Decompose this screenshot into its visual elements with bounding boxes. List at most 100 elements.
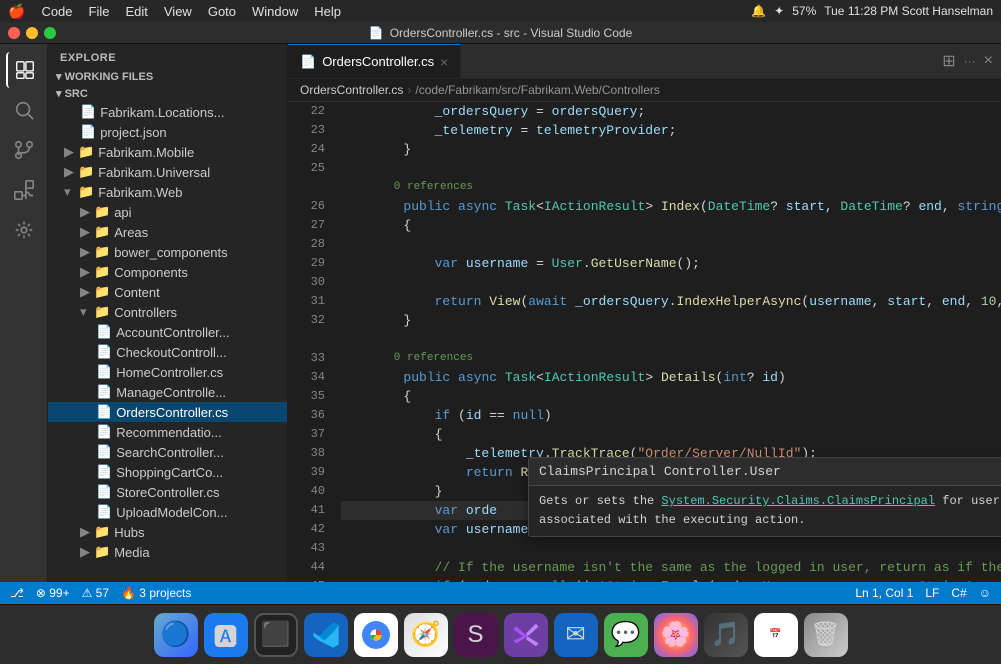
list-item[interactable]: 📄project.json [48,122,287,142]
smiley-status[interactable]: ☺ [979,586,991,600]
working-files-header[interactable]: ▾ WORKING FILES [48,68,287,85]
list-item[interactable]: ▶📁Fabrikam.Mobile [48,142,287,162]
file-icon: 📄 [96,404,112,420]
code-editor: 22 23 24 25 26 27 28 29 30 31 32 33 34 3… [288,102,1001,582]
git-icon: ⎇ [10,586,24,600]
dock-safari[interactable]: 🧭 [404,613,448,657]
git-icon[interactable] [6,132,42,168]
editor-area: 📄 OrdersController.cs × ⊞ ··· × OrdersCo… [288,44,1001,582]
list-item[interactable]: ▶📁Media [48,542,287,562]
src-header[interactable]: ▾ SRC [48,85,287,102]
menu-goto[interactable]: Goto [200,4,244,19]
menu-code[interactable]: Code [33,4,80,19]
file-icon: 📄 [96,344,112,360]
dock-music[interactable]: 🎵 [704,613,748,657]
menu-help[interactable]: Help [306,4,349,19]
list-item[interactable]: 📄UploadModelCon... [48,502,287,522]
file-icon: 📄 [96,444,112,460]
list-item[interactable]: 📄ManageControlle... [48,382,287,402]
split-editor-button[interactable]: ⊞ [942,51,955,71]
status-bar: ⎇ ⊗ 99+ ⚠ 57 🔥 3 projects Ln 1, Col 1 LF… [0,582,1001,604]
list-item[interactable]: 📄StoreController.cs [48,482,287,502]
fullscreen-button[interactable] [44,27,56,39]
errors-status[interactable]: ⊗ 99+ [36,586,70,600]
tab-orders-controller[interactable]: 📄 OrdersController.cs × [288,44,461,78]
minimize-button[interactable] [26,27,38,39]
orders-controller-item[interactable]: 📄OrdersController.cs [48,402,287,422]
dock-finder[interactable]: 🔵 [154,613,198,657]
line-ending: LF [925,586,939,600]
explorer-icon[interactable] [6,52,42,88]
list-item[interactable]: ▶📁Components [48,262,287,282]
list-item[interactable]: 📄AccountController... [48,322,287,342]
arrow-icon: ▾ [64,184,78,200]
arrow-icon: ▶ [80,244,94,260]
list-item[interactable]: ▶📁Fabrikam.Universal [48,162,287,182]
dock-iterm[interactable]: ⬛ [254,613,298,657]
warnings-status[interactable]: ⚠ 57 [82,586,109,600]
hover-link[interactable]: System.Security.Claims.ClaimsPrincipal [661,494,935,508]
line-ending-status[interactable]: LF [925,586,939,600]
folder-icon: 📁 [78,184,94,200]
list-item[interactable]: 📄Recommendatio... [48,422,287,442]
src-label: ▾ SRC [56,87,88,100]
item-label: Controllers [114,305,177,320]
code-line: return View(await _ordersQuery.IndexHelp… [341,292,1001,311]
dock-bar: 🔵 🅰 ⬛ 🧭 S ✉ 💬 🌸 🎵 📅 🗑 [0,604,1001,664]
close-button[interactable] [8,27,20,39]
hubs-folder-item[interactable]: ▶📁Hubs [48,522,287,542]
dock-appstore[interactable]: 🅰 [204,613,248,657]
dock-trash[interactable]: 🗑 [804,613,848,657]
code-line: { [341,387,1001,406]
list-item[interactable]: ▾📁Controllers [48,302,287,322]
list-item[interactable]: ▶📁Areas [48,222,287,242]
item-label: ShoppingCartCo... [116,465,223,480]
working-files-label: ▾ WORKING FILES [56,70,153,83]
item-label: Recommendatio... [116,425,222,440]
dock-chrome[interactable] [354,613,398,657]
list-item[interactable]: ▾📁Fabrikam.Web [48,182,287,202]
debug-icon[interactable] [6,212,42,248]
breadcrumb: OrdersController.cs › /code/Fabrikam/src… [288,79,1001,102]
folder-icon: 📁 [78,144,94,160]
more-actions-button[interactable]: ··· [964,54,976,68]
notification-icon[interactable]: 🔔 [751,4,766,18]
item-label: Content [114,285,160,300]
dock-calendar[interactable]: 📅 [754,613,798,657]
item-label: StoreController.cs [116,485,219,500]
breadcrumb-file[interactable]: OrdersController.cs [300,83,403,97]
language-status[interactable]: C# [951,586,966,600]
menu-edit[interactable]: Edit [117,4,155,19]
menu-window[interactable]: Window [244,4,306,19]
dock-vscode[interactable] [304,613,348,657]
tab-close-button[interactable]: × [440,54,448,70]
cursor-position-status[interactable]: Ln 1, Col 1 [855,586,913,600]
dock-messages[interactable]: 💬 [604,613,648,657]
item-label: UploadModelCon... [116,505,227,520]
list-item[interactable]: 📄Fabrikam.Locations... [48,102,287,122]
folder-icon: 📁 [94,284,110,300]
git-branch-status[interactable]: ⎇ [10,586,24,600]
extensions-icon[interactable] [6,172,42,208]
list-item[interactable]: ▶📁api [48,202,287,222]
list-item[interactable]: ▶📁Content [48,282,287,302]
folder-icon: 📁 [94,304,110,320]
close-editor-button[interactable]: × [984,52,993,70]
mac-menu-right-items: 🔔 ✦ 57% Tue 11:28 PM Scott Hanselman [751,4,993,18]
dock-photos[interactable]: 🌸 [654,613,698,657]
dock-visual-studio[interactable] [504,613,548,657]
list-item[interactable]: 📄SearchController... [48,442,287,462]
menu-view[interactable]: View [156,4,200,19]
list-item[interactable]: ▶📁bower_components [48,242,287,262]
list-item[interactable]: 📄CheckoutControll... [48,342,287,362]
list-item[interactable]: 📄HomeController.cs [48,362,287,382]
menu-file[interactable]: File [81,4,118,19]
list-item[interactable]: 📄ShoppingCartCo... [48,462,287,482]
hover-tooltip: ClaimsPrincipal Controller.User Gets or … [528,457,1001,537]
dock-slack[interactable]: S [454,613,498,657]
breadcrumb-path[interactable]: /code/Fabrikam/src/Fabrikam.Web/Controll… [415,83,660,97]
dock-mail[interactable]: ✉ [554,613,598,657]
search-icon[interactable] [6,92,42,128]
projects-status[interactable]: 🔥 3 projects [121,586,191,600]
apple-icon[interactable]: 🍎 [8,3,25,20]
